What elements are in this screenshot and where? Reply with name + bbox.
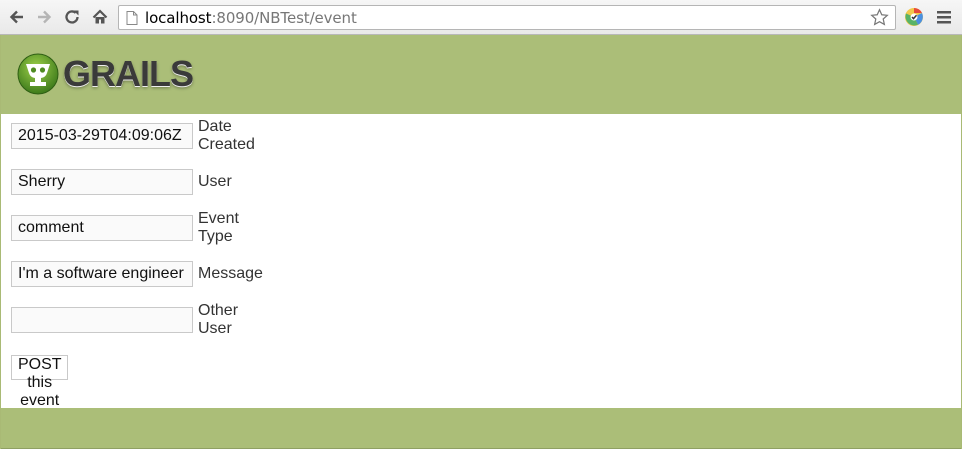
extension-icon[interactable] <box>904 7 924 27</box>
event-type-label: Event Type <box>198 210 239 245</box>
url-path: :8090/NBTest/event <box>211 8 357 27</box>
page-content: GRAILS Date Created User Event Type Mess… <box>0 35 962 449</box>
home-icon <box>92 9 108 24</box>
other-user-label: Other User <box>198 302 239 337</box>
url-text: localhost:8090/NBTest/event <box>145 9 357 27</box>
site-footer <box>1 408 961 449</box>
message-label: Message <box>198 265 263 282</box>
user-label: User <box>198 173 232 190</box>
date-created-input[interactable] <box>11 123 193 149</box>
date-created-row: Date Created <box>11 118 255 153</box>
user-input[interactable] <box>11 169 193 195</box>
other-user-input[interactable] <box>11 307 193 333</box>
arrow-right-icon <box>38 10 52 24</box>
home-button[interactable] <box>89 6 111 28</box>
post-event-button[interactable]: POST this event <box>11 355 69 409</box>
event-type-input[interactable] <box>11 215 193 241</box>
site-header: GRAILS <box>1 35 961 114</box>
reload-icon <box>65 10 79 24</box>
arrow-left-icon <box>9 10 23 24</box>
message-row: Message <box>11 261 263 287</box>
grails-logo[interactable]: GRAILS <box>17 52 194 96</box>
grails-cup-icon <box>17 53 59 95</box>
browser-toolbar: localhost:8090/NBTest/event <box>0 0 962 35</box>
message-input[interactable] <box>11 261 193 287</box>
date-created-label: Date Created <box>198 118 255 153</box>
logo-text: GRAILS <box>63 53 194 94</box>
address-bar[interactable]: localhost:8090/NBTest/event <box>118 5 896 30</box>
page-icon <box>126 10 138 25</box>
event-type-row: Event Type <box>11 210 239 245</box>
other-user-row: Other User <box>11 302 238 337</box>
menu-icon[interactable] <box>936 8 952 26</box>
url-host: localhost <box>145 8 212 27</box>
reload-button[interactable] <box>61 6 83 28</box>
back-button[interactable] <box>6 6 28 28</box>
bookmark-star-icon[interactable] <box>870 8 889 27</box>
user-row: User <box>11 169 232 195</box>
forward-button[interactable] <box>33 6 55 28</box>
